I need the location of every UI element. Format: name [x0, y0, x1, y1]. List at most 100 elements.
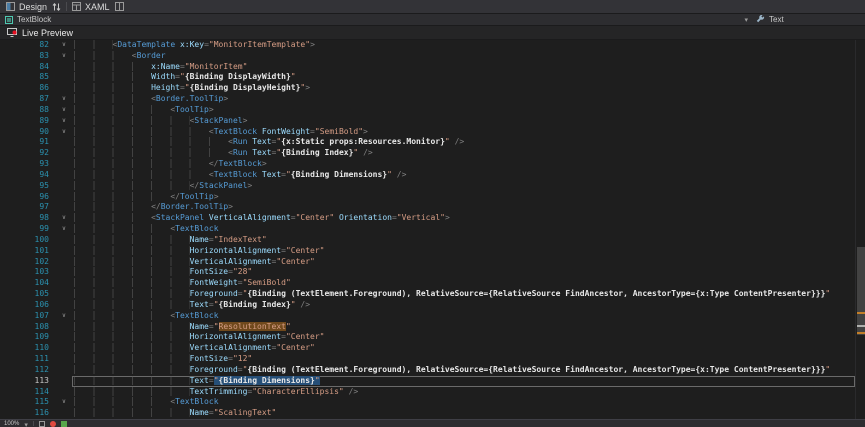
line-number: 107 [0, 311, 56, 322]
line-number: 84 [0, 62, 56, 73]
code-line-91[interactable]: 91 <Run Text="{x:Static props:Resources.… [0, 137, 855, 148]
code-text: VerticalAlignment="Center" [72, 257, 855, 268]
fold-spacer [56, 235, 72, 246]
line-number: 89 [0, 116, 56, 127]
line-number: 112 [0, 365, 56, 376]
code-text: <Border [72, 51, 855, 62]
fold-chevron-icon[interactable]: ∨ [56, 40, 72, 51]
fold-chevron-icon[interactable]: ∨ [56, 311, 72, 322]
code-line-115[interactable]: 115∨ <TextBlock [0, 397, 855, 408]
swap-panes-icon[interactable] [52, 2, 61, 12]
vertical-scrollbar[interactable] [855, 40, 865, 419]
code-text: </StackPanel> [72, 181, 855, 192]
design-label: Design [19, 2, 47, 12]
code-line-87[interactable]: 87∨ <Border.ToolTip> [0, 94, 855, 105]
live-preview-tab[interactable]: Live Preview [22, 28, 73, 38]
code-line-97[interactable]: 97 </Border.ToolTip> [0, 202, 855, 213]
error-indicator-icon[interactable] [50, 421, 56, 427]
code-line-111[interactable]: 111 FontSize="12" [0, 354, 855, 365]
code-text: Text="{Binding Dimensions}" [72, 376, 855, 387]
code-line-112[interactable]: 112 Foreground="{Binding (TextElement.Fo… [0, 365, 855, 376]
code-line-102[interactable]: 102 VerticalAlignment="Center" [0, 257, 855, 268]
code-line-110[interactable]: 110 VerticalAlignment="Center" [0, 343, 855, 354]
xaml-label: XAML [85, 2, 110, 12]
code-line-95[interactable]: 95 </StackPanel> [0, 181, 855, 192]
line-number: 96 [0, 192, 56, 203]
fold-spacer [56, 408, 72, 419]
fold-spacer [56, 148, 72, 159]
member-breadcrumb[interactable]: Text [756, 15, 860, 24]
line-number: 91 [0, 137, 56, 148]
code-line-98[interactable]: 98∨ <StackPanel VerticalAlignment="Cente… [0, 213, 855, 224]
fold-chevron-icon[interactable]: ∨ [56, 51, 72, 62]
code-line-82[interactable]: 82∨ <DataTemplate x:Key="MonitorItemTemp… [0, 40, 855, 51]
grid-toggle-icon[interactable] [39, 421, 45, 427]
scrollbar-caret-mark [857, 325, 865, 327]
code-line-86[interactable]: 86 Height="{Binding DisplayHeight}"> [0, 83, 855, 94]
element-breadcrumb[interactable]: TextBlock [5, 15, 744, 24]
code-lines: 82∨ <DataTemplate x:Key="MonitorItemTemp… [0, 40, 855, 419]
split-view-icon[interactable] [115, 2, 124, 11]
code-line-88[interactable]: 88∨ <ToolTip> [0, 105, 855, 116]
zoom-dropdown-icon[interactable]: ▾ [24, 421, 28, 427]
fold-chevron-icon[interactable]: ∨ [56, 213, 72, 224]
code-line-109[interactable]: 109 HorizontalAlignment="Center" [0, 332, 855, 343]
code-text: HorizontalAlignment="Center" [72, 246, 855, 257]
code-text: FontSize="12" [72, 354, 855, 365]
preview-tab-bar: Live Preview [0, 26, 865, 40]
line-number: 103 [0, 267, 56, 278]
code-line-85[interactable]: 85 Width="{Binding DisplayWidth}" [0, 72, 855, 83]
fold-spacer [56, 181, 72, 192]
line-number: 115 [0, 397, 56, 408]
fold-spacer [56, 62, 72, 73]
fold-chevron-icon[interactable]: ∨ [56, 116, 72, 127]
zoom-level[interactable]: 100% [4, 421, 19, 427]
code-text: Text="{Binding Index}" /> [72, 300, 855, 311]
code-text: <DataTemplate x:Key="MonitorItemTemplate… [72, 40, 855, 51]
code-line-99[interactable]: 99∨ <TextBlock [0, 224, 855, 235]
line-number: 95 [0, 181, 56, 192]
line-number: 111 [0, 354, 56, 365]
status-divider [33, 421, 34, 426]
member-breadcrumb-label: Text [769, 15, 784, 24]
code-text: </TextBlock> [72, 159, 855, 170]
code-line-83[interactable]: 83∨ <Border [0, 51, 855, 62]
code-text: Height="{Binding DisplayHeight}"> [72, 83, 855, 94]
code-line-107[interactable]: 107∨ <TextBlock [0, 311, 855, 322]
code-line-101[interactable]: 101 HorizontalAlignment="Center" [0, 246, 855, 257]
code-line-100[interactable]: 100 Name="IndexText" [0, 235, 855, 246]
code-text: Name="IndexText" [72, 235, 855, 246]
code-line-113[interactable]: 113 Text="{Binding Dimensions}" [0, 376, 855, 387]
fold-chevron-icon[interactable]: ∨ [56, 224, 72, 235]
code-line-104[interactable]: 104 FontWeight="SemiBold" [0, 278, 855, 289]
live-preview-icon [7, 28, 17, 37]
line-number: 93 [0, 159, 56, 170]
code-line-92[interactable]: 92 <Run Text="{Binding Index}" /> [0, 148, 855, 159]
code-line-90[interactable]: 90∨ <TextBlock FontWeight="SemiBold"> [0, 127, 855, 138]
chevron-down-icon[interactable]: ▾ [744, 16, 748, 24]
xaml-tab[interactable]: XAML [72, 2, 110, 12]
code-line-114[interactable]: 114 TextTrimming="CharacterEllipsis" /> [0, 387, 855, 398]
line-number: 92 [0, 148, 56, 159]
scrollbar-thumb[interactable] [857, 247, 865, 335]
code-line-94[interactable]: 94 <TextBlock Text="{Binding Dimensions}… [0, 170, 855, 181]
fold-chevron-icon[interactable]: ∨ [56, 94, 72, 105]
code-line-116[interactable]: 116 Name="ScalingText" [0, 408, 855, 419]
code-text: Name="ScalingText" [72, 408, 855, 419]
fold-chevron-icon[interactable]: ∨ [56, 397, 72, 408]
fold-spacer [56, 170, 72, 181]
fold-chevron-icon[interactable]: ∨ [56, 127, 72, 138]
code-line-108[interactable]: 108 Name="ResolutionText" [0, 322, 855, 333]
design-view-button[interactable]: Design [6, 2, 47, 12]
code-line-84[interactable]: 84 x:Name="MonitorItem" [0, 62, 855, 73]
code-line-96[interactable]: 96 </ToolTip> [0, 192, 855, 203]
code-line-93[interactable]: 93 </TextBlock> [0, 159, 855, 170]
code-text: <TextBlock Text="{Binding Dimensions}" /… [72, 170, 855, 181]
fold-spacer [56, 300, 72, 311]
code-line-105[interactable]: 105 Foreground="{Binding (TextElement.Fo… [0, 289, 855, 300]
sync-indicator-icon[interactable] [61, 421, 67, 427]
code-line-106[interactable]: 106 Text="{Binding Index}" /> [0, 300, 855, 311]
fold-chevron-icon[interactable]: ∨ [56, 105, 72, 116]
code-line-89[interactable]: 89∨ <StackPanel> [0, 116, 855, 127]
code-line-103[interactable]: 103 FontSize="28" [0, 267, 855, 278]
